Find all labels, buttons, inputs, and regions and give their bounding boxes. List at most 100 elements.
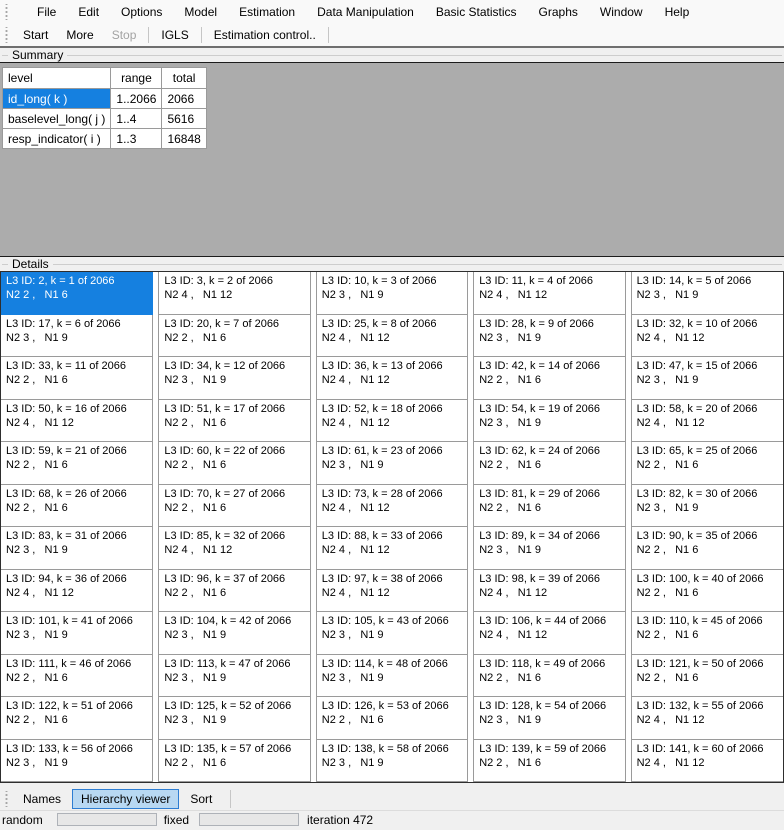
- hierarchy-cell-k45[interactable]: L3 ID: 110, k = 45 of 2066N2 2 , N1 6: [631, 612, 783, 655]
- hierarchy-cell-k50[interactable]: L3 ID: 121, k = 50 of 2066N2 2 , N1 6: [631, 655, 783, 698]
- cell-id-line: L3 ID: 85, k = 32 of 2066: [164, 529, 304, 543]
- summary-cell-level[interactable]: resp_indicator( i ): [3, 129, 111, 149]
- summary-cell-level[interactable]: baselevel_long( j ): [3, 109, 111, 129]
- hierarchy-cell-k30[interactable]: L3 ID: 82, k = 30 of 2066N2 3 , N1 9: [631, 485, 783, 528]
- toolbar-button-stop: Stop: [103, 26, 146, 44]
- hierarchy-cell-k3[interactable]: L3 ID: 10, k = 3 of 2066N2 3 , N1 9: [316, 272, 468, 315]
- hierarchy-cell-k1[interactable]: L3 ID: 2, k = 1 of 2066N2 2 , N1 6: [1, 272, 153, 315]
- hierarchy-cell-k19[interactable]: L3 ID: 54, k = 19 of 2066N2 3 , N1 9: [473, 400, 625, 443]
- cell-id-line: L3 ID: 122, k = 51 of 2066: [6, 699, 147, 713]
- hierarchy-cell-k15[interactable]: L3 ID: 47, k = 15 of 2066N2 3 , N1 9: [631, 357, 783, 400]
- hierarchy-cell-k39[interactable]: L3 ID: 98, k = 39 of 2066N2 4 , N1 12: [473, 570, 625, 613]
- summary-row-id-long-k[interactable]: id_long( k )1..20662066: [3, 89, 207, 109]
- hierarchy-cell-k41[interactable]: L3 ID: 101, k = 41 of 2066N2 3 , N1 9: [1, 612, 153, 655]
- hierarchy-cell-k43[interactable]: L3 ID: 105, k = 43 of 2066N2 3 , N1 9: [316, 612, 468, 655]
- menu-item-data-manipulation[interactable]: Data Manipulation: [306, 0, 425, 24]
- hierarchy-cell-k10[interactable]: L3 ID: 32, k = 10 of 2066N2 4 , N1 12: [631, 315, 783, 358]
- hierarchy-cell-k46[interactable]: L3 ID: 111, k = 46 of 2066N2 2 , N1 6: [1, 655, 153, 698]
- summary-cell-total: 16848: [162, 129, 206, 149]
- caption-line: [53, 264, 782, 265]
- hierarchy-cell-k23[interactable]: L3 ID: 61, k = 23 of 2066N2 3 , N1 9: [316, 442, 468, 485]
- random-status-label: random: [2, 813, 43, 827]
- hierarchy-cell-k59[interactable]: L3 ID: 139, k = 59 of 2066N2 2 , N1 6: [473, 740, 625, 783]
- hierarchy-cell-k28[interactable]: L3 ID: 73, k = 28 of 2066N2 4 , N1 12: [316, 485, 468, 528]
- summary-row-baselevel-long-j[interactable]: baselevel_long( j )1..45616: [3, 109, 207, 129]
- hierarchy-cell-k58[interactable]: L3 ID: 138, k = 58 of 2066N2 3 , N1 9: [316, 740, 468, 783]
- toolbar-button-igls[interactable]: IGLS: [152, 26, 197, 44]
- hierarchy-cell-k48[interactable]: L3 ID: 114, k = 48 of 2066N2 3 , N1 9: [316, 655, 468, 698]
- summary-cell-level[interactable]: id_long( k ): [3, 89, 111, 109]
- summary-row-resp-indicator-i[interactable]: resp_indicator( i )1..316848: [3, 129, 207, 149]
- toolbar-button-estimation-control[interactable]: Estimation control..: [205, 26, 325, 44]
- hierarchy-cell-k52[interactable]: L3 ID: 125, k = 52 of 2066N2 3 , N1 9: [158, 697, 310, 740]
- hierarchy-cell-k56[interactable]: L3 ID: 133, k = 56 of 2066N2 3 , N1 9: [1, 740, 153, 783]
- toolbar-button-start[interactable]: Start: [14, 26, 57, 44]
- hierarchy-cell-k5[interactable]: L3 ID: 14, k = 5 of 2066N2 3 , N1 9: [631, 272, 783, 315]
- menubar-grip-handle[interactable]: [4, 4, 9, 20]
- hierarchy-cell-k13[interactable]: L3 ID: 36, k = 13 of 2066N2 4 , N1 12: [316, 357, 468, 400]
- hierarchy-cell-k24[interactable]: L3 ID: 62, k = 24 of 2066N2 2 , N1 6: [473, 442, 625, 485]
- tabbar-grip-handle[interactable]: [4, 791, 9, 807]
- cell-counts-line: N2 3 , N1 9: [322, 458, 462, 472]
- tab-sort[interactable]: Sort: [181, 789, 221, 809]
- hierarchy-cell-k6[interactable]: L3 ID: 17, k = 6 of 2066N2 3 , N1 9: [1, 315, 153, 358]
- menu-item-window[interactable]: Window: [589, 0, 654, 24]
- hierarchy-cell-k8[interactable]: L3 ID: 25, k = 8 of 2066N2 4 , N1 12: [316, 315, 468, 358]
- hierarchy-cell-k4[interactable]: L3 ID: 11, k = 4 of 2066N2 4 , N1 12: [473, 272, 625, 315]
- hierarchy-cell-k21[interactable]: L3 ID: 59, k = 21 of 2066N2 2 , N1 6: [1, 442, 153, 485]
- hierarchy-cell-k57[interactable]: L3 ID: 135, k = 57 of 2066N2 2 , N1 6: [158, 740, 310, 783]
- hierarchy-cell-k31[interactable]: L3 ID: 83, k = 31 of 2066N2 3 , N1 9: [1, 527, 153, 570]
- hierarchy-cell-k35[interactable]: L3 ID: 90, k = 35 of 2066N2 2 , N1 6: [631, 527, 783, 570]
- hierarchy-cell-k11[interactable]: L3 ID: 33, k = 11 of 2066N2 2 , N1 6: [1, 357, 153, 400]
- menu-item-edit[interactable]: Edit: [67, 0, 110, 24]
- cell-counts-line: N2 2 , N1 6: [637, 628, 778, 642]
- hierarchy-cell-k17[interactable]: L3 ID: 51, k = 17 of 2066N2 2 , N1 6: [158, 400, 310, 443]
- hierarchy-cell-k9[interactable]: L3 ID: 28, k = 9 of 2066N2 3 , N1 9: [473, 315, 625, 358]
- hierarchy-cell-k32[interactable]: L3 ID: 85, k = 32 of 2066N2 4 , N1 12: [158, 527, 310, 570]
- menu-item-estimation[interactable]: Estimation: [228, 0, 306, 24]
- hierarchy-cell-k55[interactable]: L3 ID: 132, k = 55 of 2066N2 4 , N1 12: [631, 697, 783, 740]
- menu-item-options[interactable]: Options: [110, 0, 173, 24]
- hierarchy-cell-k29[interactable]: L3 ID: 81, k = 29 of 2066N2 2 , N1 6: [473, 485, 625, 528]
- hierarchy-cell-k25[interactable]: L3 ID: 65, k = 25 of 2066N2 2 , N1 6: [631, 442, 783, 485]
- cell-id-line: L3 ID: 14, k = 5 of 2066: [637, 274, 778, 288]
- cell-counts-line: N2 2 , N1 6: [6, 501, 147, 515]
- hierarchy-cell-k26[interactable]: L3 ID: 68, k = 26 of 2066N2 2 , N1 6: [1, 485, 153, 528]
- hierarchy-cell-k44[interactable]: L3 ID: 106, k = 44 of 2066N2 4 , N1 12: [473, 612, 625, 655]
- hierarchy-cell-k22[interactable]: L3 ID: 60, k = 22 of 2066N2 2 , N1 6: [158, 442, 310, 485]
- menu-item-file[interactable]: File: [26, 0, 67, 24]
- menu-item-graphs[interactable]: Graphs: [528, 0, 589, 24]
- toolbar-button-more[interactable]: More: [57, 26, 102, 44]
- hierarchy-cell-k51[interactable]: L3 ID: 122, k = 51 of 2066N2 2 , N1 6: [1, 697, 153, 740]
- menu-item-model[interactable]: Model: [173, 0, 228, 24]
- hierarchy-cell-k38[interactable]: L3 ID: 97, k = 38 of 2066N2 4 , N1 12: [316, 570, 468, 613]
- hierarchy-cell-k34[interactable]: L3 ID: 89, k = 34 of 2066N2 3 , N1 9: [473, 527, 625, 570]
- hierarchy-cell-k2[interactable]: L3 ID: 3, k = 2 of 2066N2 4 , N1 12: [158, 272, 310, 315]
- hierarchy-cell-k7[interactable]: L3 ID: 20, k = 7 of 2066N2 2 , N1 6: [158, 315, 310, 358]
- hierarchy-cell-k18[interactable]: L3 ID: 52, k = 18 of 2066N2 4 , N1 12: [316, 400, 468, 443]
- hierarchy-cell-k12[interactable]: L3 ID: 34, k = 12 of 2066N2 3 , N1 9: [158, 357, 310, 400]
- hierarchy-cell-k47[interactable]: L3 ID: 113, k = 47 of 2066N2 3 , N1 9: [158, 655, 310, 698]
- menu-item-help[interactable]: Help: [654, 0, 701, 24]
- cell-counts-line: N2 2 , N1 6: [479, 671, 619, 685]
- hierarchy-cell-k53[interactable]: L3 ID: 126, k = 53 of 2066N2 2 , N1 6: [316, 697, 468, 740]
- summary-cell-range: 1..4: [111, 109, 162, 129]
- hierarchy-cell-k33[interactable]: L3 ID: 88, k = 33 of 2066N2 4 , N1 12: [316, 527, 468, 570]
- hierarchy-cell-k42[interactable]: L3 ID: 104, k = 42 of 2066N2 3 , N1 9: [158, 612, 310, 655]
- tab-hierarchy-viewer[interactable]: Hierarchy viewer: [72, 789, 179, 809]
- hierarchy-cell-k14[interactable]: L3 ID: 42, k = 14 of 2066N2 2 , N1 6: [473, 357, 625, 400]
- hierarchy-cell-k36[interactable]: L3 ID: 94, k = 36 of 2066N2 4 , N1 12: [1, 570, 153, 613]
- hierarchy-cell-k49[interactable]: L3 ID: 118, k = 49 of 2066N2 2 , N1 6: [473, 655, 625, 698]
- hierarchy-cell-k16[interactable]: L3 ID: 50, k = 16 of 2066N2 4 , N1 12: [1, 400, 153, 443]
- menu-item-basic-statistics[interactable]: Basic Statistics: [425, 0, 528, 24]
- hierarchy-cell-k60[interactable]: L3 ID: 141, k = 60 of 2066N2 4 , N1 12: [631, 740, 783, 783]
- cell-id-line: L3 ID: 135, k = 57 of 2066: [164, 742, 304, 756]
- toolbar-grip-handle[interactable]: [4, 27, 9, 43]
- tab-names[interactable]: Names: [14, 789, 70, 809]
- cell-counts-line: N2 4 , N1 12: [6, 586, 147, 600]
- hierarchy-cell-k40[interactable]: L3 ID: 100, k = 40 of 2066N2 2 , N1 6: [631, 570, 783, 613]
- hierarchy-cell-k27[interactable]: L3 ID: 70, k = 27 of 2066N2 2 , N1 6: [158, 485, 310, 528]
- hierarchy-cell-k54[interactable]: L3 ID: 128, k = 54 of 2066N2 3 , N1 9: [473, 697, 625, 740]
- hierarchy-cell-k37[interactable]: L3 ID: 96, k = 37 of 2066N2 2 , N1 6: [158, 570, 310, 613]
- hierarchy-cell-k20[interactable]: L3 ID: 58, k = 20 of 2066N2 4 , N1 12: [631, 400, 783, 443]
